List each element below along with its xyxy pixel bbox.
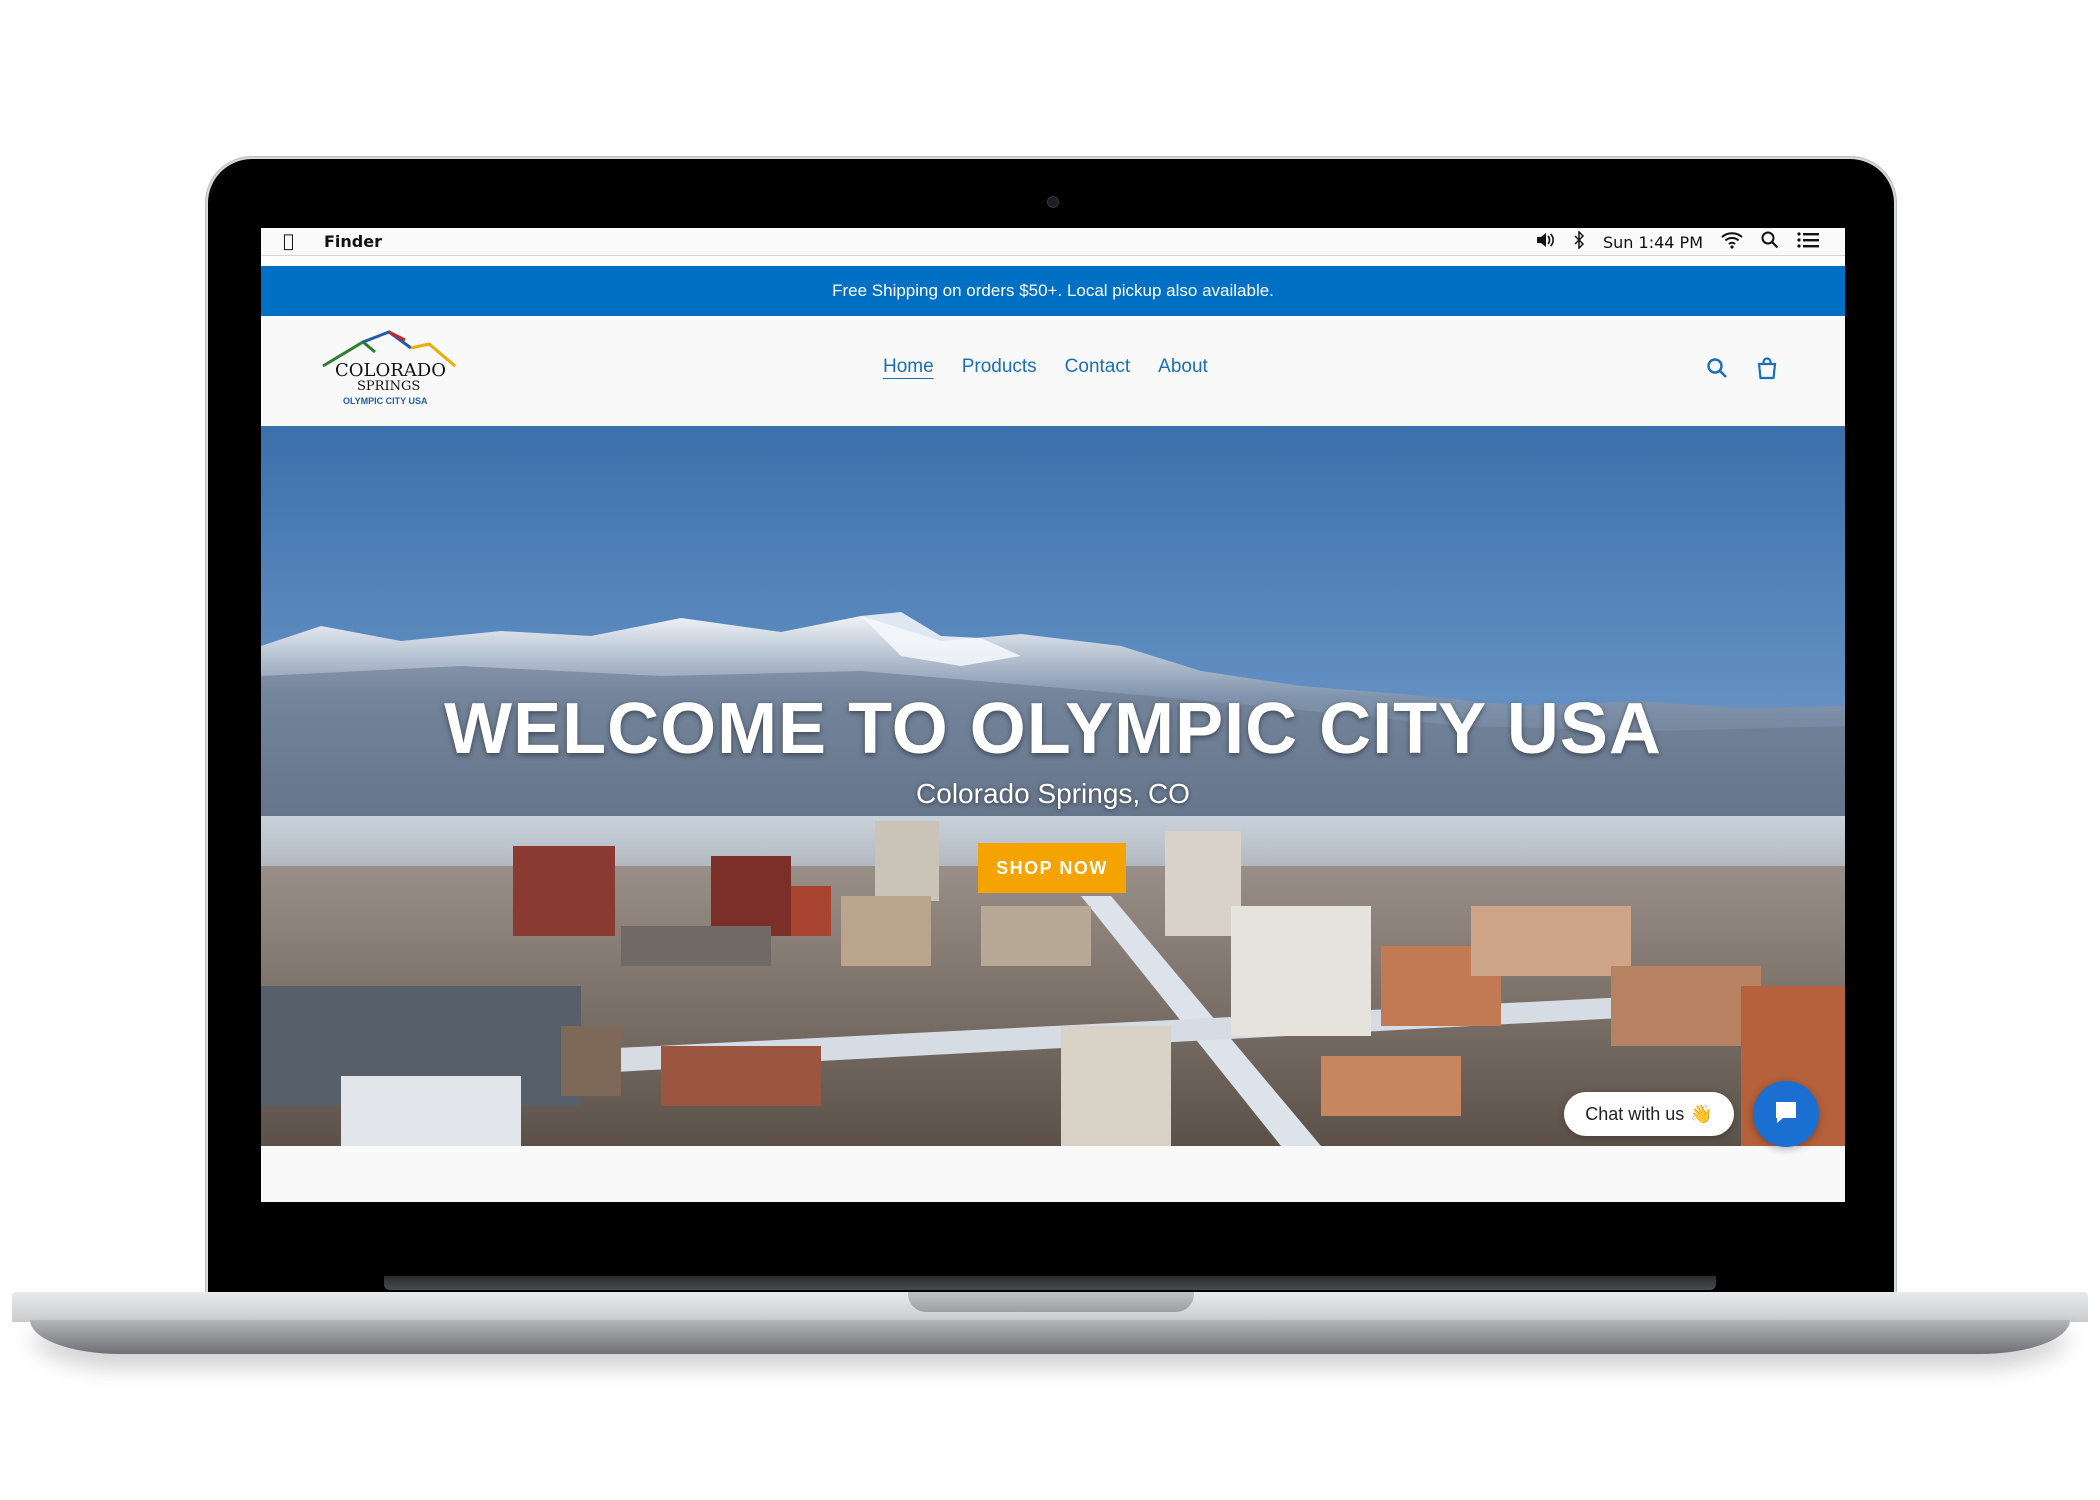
webcam-icon	[1047, 196, 1059, 208]
bluetooth-icon[interactable]	[1573, 230, 1585, 253]
hero-title: WELCOME TO OLYMPIC CITY USA	[444, 689, 1662, 769]
logo-text-olympic-city: OLYMPIC CITY USA	[343, 396, 428, 406]
logo-text-colorado: COLORADO	[335, 360, 446, 381]
chat-bubble-icon	[1773, 1099, 1799, 1130]
waving-hand-icon: 👋	[1690, 1103, 1713, 1124]
hero-banner: WELCOME TO OLYMPIC CITY USA Colorado Spr…	[261, 426, 1845, 1146]
site-logo[interactable]: COLORADO SPRINGS OLYMPIC CITY USA	[319, 330, 459, 410]
nav-contact[interactable]: Contact	[1065, 356, 1130, 378]
menubar-clock[interactable]: Sun 1:44 PM	[1603, 233, 1703, 252]
wifi-icon[interactable]	[1721, 231, 1743, 253]
spotlight-search-icon[interactable]	[1761, 231, 1779, 253]
chat-label: Chat with us	[1585, 1103, 1685, 1124]
menubar-tray: Sun 1:44 PM	[1535, 230, 1819, 253]
search-icon[interactable]	[1705, 356, 1729, 380]
header-actions	[1705, 356, 1779, 380]
volume-icon[interactable]	[1535, 231, 1555, 253]
chat-with-us-button[interactable]: Chat with us 👋	[1564, 1092, 1734, 1136]
apple-icon[interactable]: 	[283, 231, 294, 252]
hero-subtitle: Colorado Springs, CO	[916, 778, 1190, 809]
laptop-notch	[908, 1292, 1194, 1312]
cart-icon[interactable]	[1755, 356, 1779, 380]
menubar-app-name[interactable]: Finder	[324, 232, 382, 251]
nav-home[interactable]: Home	[883, 356, 934, 378]
page-body	[261, 1146, 1845, 1202]
nav-products[interactable]: Products	[962, 356, 1037, 378]
laptop-hinge	[384, 1276, 1716, 1290]
macos-menubar:  Finder Sun 1:44 PM	[261, 228, 1845, 256]
shop-now-button[interactable]: SHOP NOW	[978, 843, 1126, 893]
logo-text-springs: SPRINGS	[357, 379, 421, 394]
main-nav: Home Products Contact About	[883, 356, 1208, 378]
chat-launcher-button[interactable]	[1753, 1081, 1819, 1147]
laptop-base-bottom	[30, 1320, 2070, 1354]
site-header: COLORADO SPRINGS OLYMPIC CITY USA Home P…	[261, 316, 1845, 426]
announcement-text: Free Shipping on orders $50+. Local pick…	[832, 281, 1274, 300]
control-center-icon[interactable]	[1797, 231, 1819, 253]
screen:  Finder Sun 1:44 PM Free Shipping on or…	[261, 228, 1845, 1202]
announcement-bar: Free Shipping on orders $50+. Local pick…	[261, 266, 1845, 316]
nav-about[interactable]: About	[1158, 356, 1208, 378]
